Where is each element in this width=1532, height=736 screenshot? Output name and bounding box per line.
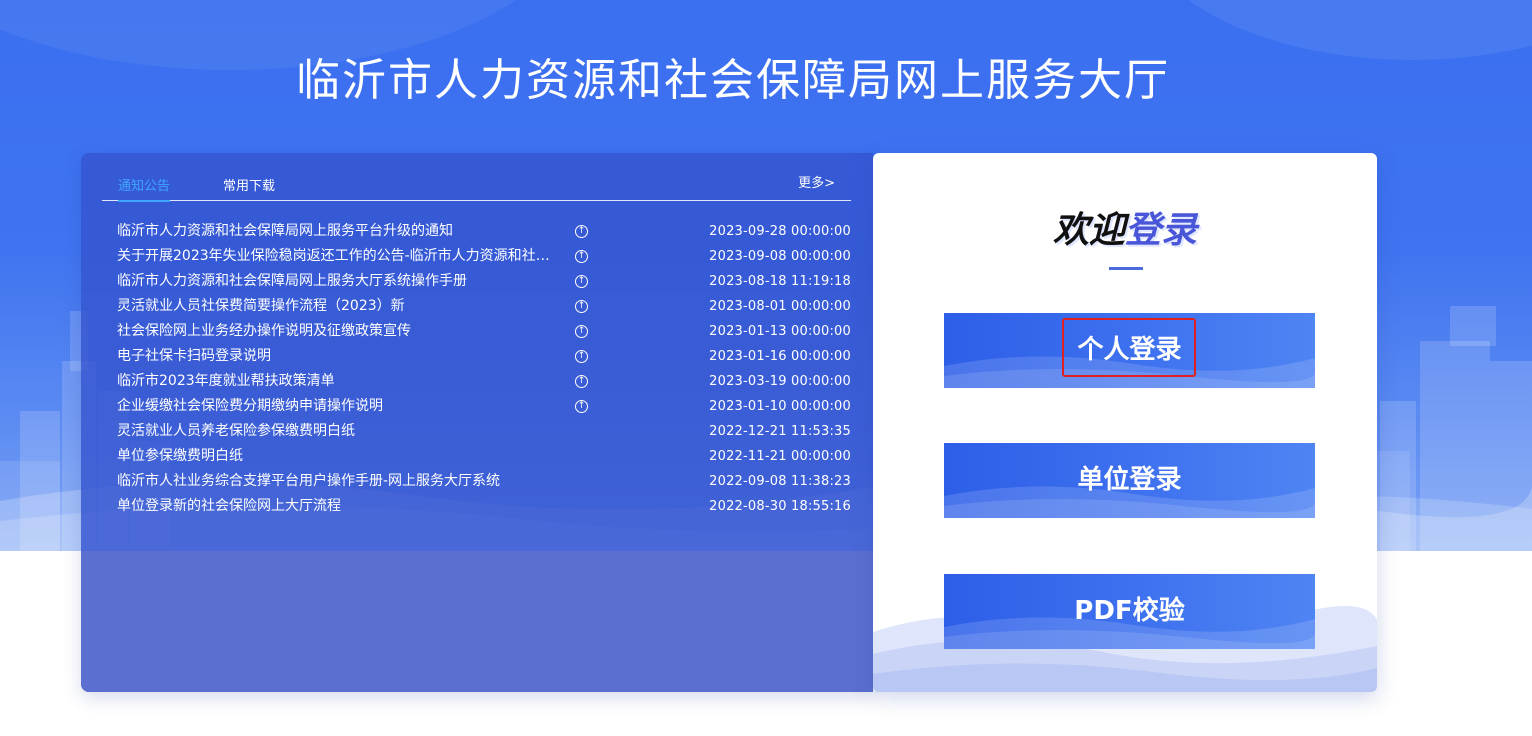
more-link[interactable]: 更多>	[798, 172, 835, 191]
notice-date: 2023-09-08 00:00:00	[709, 249, 851, 264]
notice-title[interactable]: 单位登录新的社会保险网上大厅流程	[117, 494, 562, 519]
pdf-verify-label: PDF校验	[1074, 596, 1185, 626]
notice-title[interactable]: 灵活就业人员养老保险参保缴费明白纸	[117, 419, 562, 444]
pdf-verify-button[interactable]: PDF校验	[944, 574, 1315, 649]
login-text: 登录	[1125, 210, 1198, 251]
notice-date: 2022-08-30 18:55:16	[709, 499, 851, 514]
login-panel: 欢迎登录 个人登录 单位登录 PDF校验	[873, 153, 1377, 692]
notice-title[interactable]: 电子社保卡扫码登录说明	[117, 344, 562, 369]
arrow-up-circle-icon: ↑	[575, 375, 588, 388]
notice-tabs: 通知公告 常用下载 更多>	[102, 171, 851, 202]
arrow-up-circle-icon: ↑	[575, 300, 588, 313]
notice-date: 2023-01-16 00:00:00	[709, 349, 851, 364]
notice-title[interactable]: 企业缓缴社会保险费分期缴纳申请操作说明	[117, 394, 562, 419]
welcome-text: 欢迎	[1052, 210, 1125, 251]
notice-title[interactable]: 临沂市人力资源和社会保障局网上服务平台升级的通知	[117, 219, 562, 244]
highlight-box	[1062, 318, 1196, 377]
tab-downloads[interactable]: 常用下载	[223, 175, 275, 194]
notice-item[interactable]: 临沂市人力资源和社会保障局网上服务大厅系统操作手册 ↑ 2023-08-18 1…	[117, 269, 851, 294]
notice-date: 2023-08-01 00:00:00	[709, 299, 851, 314]
arrow-up-circle-icon: ↑	[575, 325, 588, 338]
heading-underline	[1109, 267, 1143, 270]
unit-login-button[interactable]: 单位登录	[944, 443, 1315, 518]
notice-item[interactable]: 单位参保缴费明白纸 2022-11-21 00:00:00	[117, 444, 851, 469]
notice-title[interactable]: 临沂市2023年度就业帮扶政策清单	[117, 369, 562, 394]
notice-list: 临沂市人力资源和社会保障局网上服务平台升级的通知 ↑ 2023-09-28 00…	[117, 219, 851, 519]
page-title: 临沂市人力资源和社会保障局网上服务大厅	[296, 55, 1170, 106]
page: 临沂市人力资源和社会保障局网上服务大厅 通知公告 常用下载 更多> 临沂市人力资…	[0, 0, 1532, 736]
notice-item[interactable]: 电子社保卡扫码登录说明 ↑ 2023-01-16 00:00:00	[117, 344, 851, 369]
notice-date: 2023-09-28 00:00:00	[709, 224, 851, 239]
arrow-up-circle-icon: ↑	[575, 350, 588, 363]
notice-item[interactable]: 关于开展2023年失业保险稳岗返还工作的公告-临沂市人力资源和社会保障局 ↑ 2…	[117, 244, 851, 269]
arrow-up-circle-icon: ↑	[575, 250, 588, 263]
notice-date: 2022-09-08 11:38:23	[709, 474, 851, 489]
notice-date: 2023-03-19 00:00:00	[709, 374, 851, 389]
notice-item[interactable]: 临沂市人力资源和社会保障局网上服务平台升级的通知 ↑ 2023-09-28 00…	[117, 219, 851, 244]
notice-panel-lower-area	[81, 551, 873, 692]
notice-title[interactable]: 临沂市人力资源和社会保障局网上服务大厅系统操作手册	[117, 269, 562, 294]
notice-panel: 通知公告 常用下载 更多> 临沂市人力资源和社会保障局网上服务平台升级的通知 ↑…	[81, 153, 873, 692]
notice-title[interactable]: 社会保险网上业务经办操作说明及征缴政策宣传	[117, 319, 562, 344]
notice-item[interactable]: 临沂市人社业务综合支撑平台用户操作手册-网上服务大厅系统 2022-09-08 …	[117, 469, 851, 494]
arrow-up-circle-icon: ↑	[575, 225, 588, 238]
notice-item[interactable]: 临沂市2023年度就业帮扶政策清单 ↑ 2023-03-19 00:00:00	[117, 369, 851, 394]
notice-item[interactable]: 企业缓缴社会保险费分期缴纳申请操作说明 ↑ 2023-01-10 00:00:0…	[117, 394, 851, 419]
notice-title[interactable]: 单位参保缴费明白纸	[117, 444, 562, 469]
welcome-heading: 欢迎登录	[873, 201, 1377, 253]
notice-title[interactable]: 灵活就业人员社保费简要操作流程（2023）新	[117, 294, 562, 319]
notice-item[interactable]: 社会保险网上业务经办操作说明及征缴政策宣传 ↑ 2023-01-13 00:00…	[117, 319, 851, 344]
unit-login-label: 单位登录	[1077, 465, 1182, 495]
notice-item[interactable]: 灵活就业人员社保费简要操作流程（2023）新 ↑ 2023-08-01 00:0…	[117, 294, 851, 319]
tab-notice[interactable]: 通知公告	[118, 175, 171, 202]
notice-date: 2023-08-18 11:19:18	[709, 274, 851, 289]
notice-date: 2022-11-21 00:00:00	[709, 449, 851, 464]
arrow-up-circle-icon: ↑	[575, 275, 588, 288]
personal-login-button[interactable]: 个人登录	[944, 313, 1315, 388]
notice-date: 2023-01-13 00:00:00	[709, 324, 851, 339]
notice-item[interactable]: 单位登录新的社会保险网上大厅流程 2022-08-30 18:55:16	[117, 494, 851, 519]
arrow-up-circle-icon: ↑	[575, 400, 588, 413]
notice-title[interactable]: 关于开展2023年失业保险稳岗返还工作的公告-临沂市人力资源和社会保障局	[117, 244, 562, 269]
notice-item[interactable]: 灵活就业人员养老保险参保缴费明白纸 2022-12-21 11:53:35	[117, 419, 851, 444]
notice-date: 2022-12-21 11:53:35	[709, 424, 851, 439]
notice-title[interactable]: 临沂市人社业务综合支撑平台用户操作手册-网上服务大厅系统	[117, 469, 562, 494]
notice-date: 2023-01-10 00:00:00	[709, 399, 851, 414]
